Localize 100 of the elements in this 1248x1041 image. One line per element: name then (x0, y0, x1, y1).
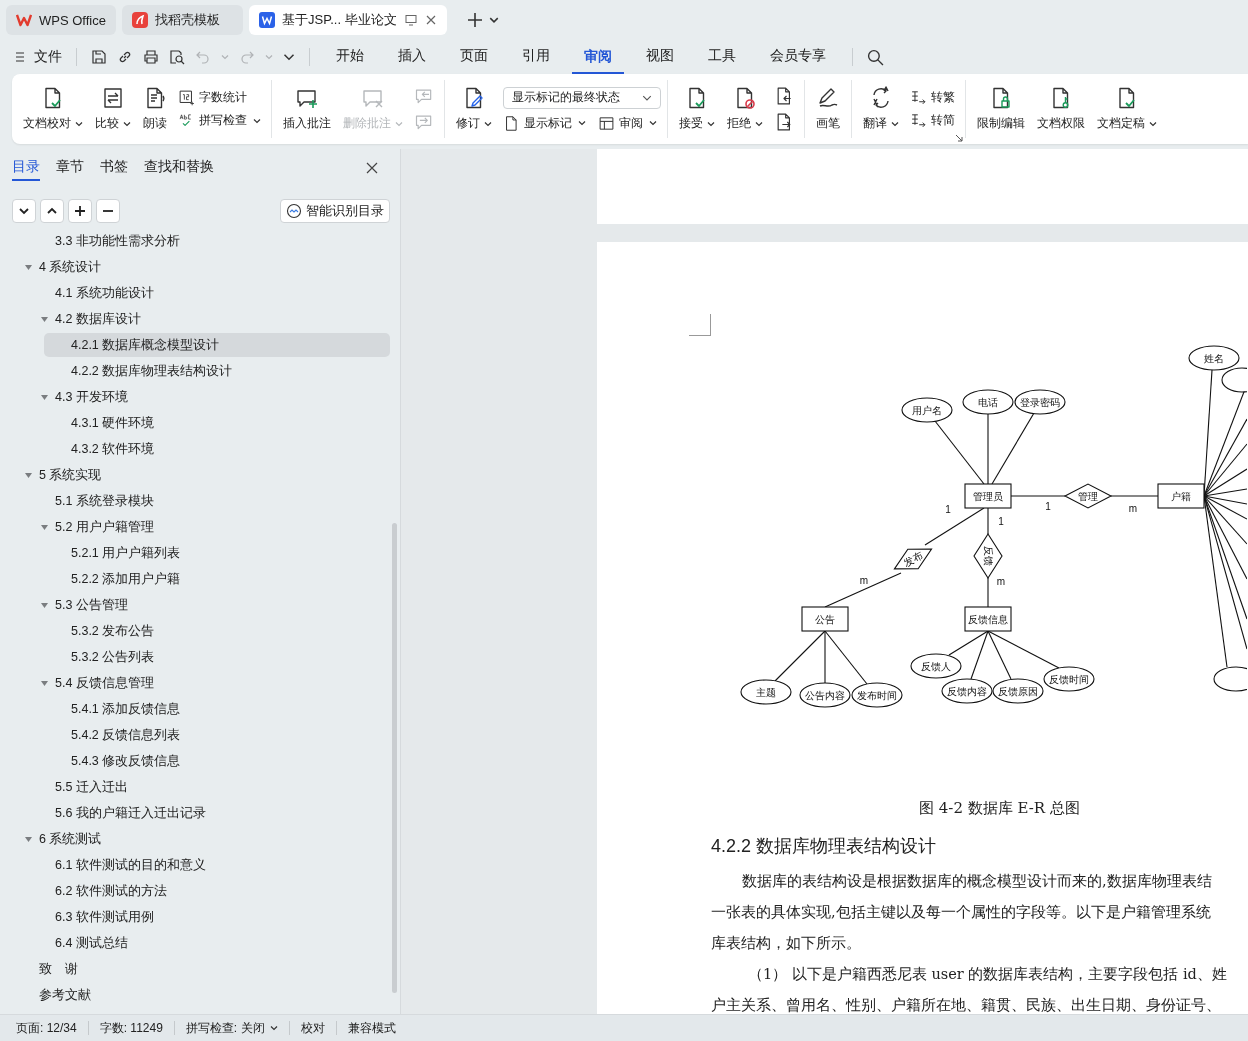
expand-triangle-icon[interactable] (39, 314, 49, 324)
ribbon-small-button[interactable]: 转繁 (906, 89, 959, 106)
expand-triangle-icon[interactable] (39, 600, 49, 610)
outline-item[interactable]: 5.3 公告管理 (28, 593, 390, 617)
expand-triangle-icon[interactable] (39, 678, 49, 688)
new-tab-icon[interactable] (467, 12, 483, 28)
close-icon[interactable] (425, 14, 437, 26)
attribute-ellipse: 反馈原因 (992, 678, 1044, 704)
entity-box: 反馈信息 (964, 606, 1012, 632)
sidebar-tab[interactable]: 目录 (12, 155, 40, 181)
search-icon[interactable] (867, 48, 884, 66)
ribbon-button[interactable]: 拒绝 (722, 86, 768, 132)
expand-button[interactable] (40, 199, 64, 223)
outline-item[interactable]: 6 系统测试 (12, 827, 390, 851)
menu-tab[interactable]: 开始 (324, 40, 376, 74)
ribbon-small-button[interactable]: 显示标记 (499, 114, 590, 132)
ribbon-small-button[interactable]: 字数统计 (174, 89, 265, 106)
expand-triangle-icon[interactable] (23, 470, 33, 480)
outline-item[interactable]: 5.4.3 修改反馈信息 (44, 749, 390, 773)
window-tab[interactable]: 基于JSP... 毕业论文 (249, 5, 447, 35)
outline-item[interactable]: 5.4 反馈信息管理 (28, 671, 390, 695)
promote-button[interactable] (68, 199, 92, 223)
spell-check-status[interactable]: 拼写检查: 关闭 (185, 1019, 278, 1037)
sidebar-tab[interactable]: 书签 (100, 155, 128, 181)
monitor-icon[interactable] (404, 13, 418, 27)
expand-triangle-icon[interactable] (39, 522, 49, 532)
sidebar-tab[interactable]: 查找和替换 (144, 155, 214, 181)
body-text-line: 库表结构，如下所示。 (711, 934, 862, 953)
outline-item[interactable]: 5.6 我的户籍迁入迁出记录 (28, 801, 390, 825)
link-icon[interactable] (117, 49, 133, 65)
logo-w-icon (16, 13, 32, 27)
menu-tab[interactable]: 视图 (634, 40, 686, 74)
dialog-launcher-icon[interactable] (955, 134, 963, 142)
close-icon[interactable] (366, 162, 378, 174)
menu-tab[interactable]: 页面 (448, 40, 500, 74)
expand-triangle-icon[interactable] (23, 834, 33, 844)
cardinality-label: 1 (1045, 501, 1051, 512)
expand-triangle-icon[interactable] (23, 262, 33, 272)
window-tab[interactable]: WPS Office (6, 5, 116, 35)
markup-select[interactable]: 显示标记的最终状态 (503, 86, 661, 109)
scrollbar-thumb[interactable] (392, 523, 397, 993)
outline-item[interactable]: 6.3 软件测试用例 (28, 905, 390, 929)
outline-item[interactable]: 致 谢 (12, 957, 390, 981)
smart-toc-button[interactable]: 智能识别目录 (280, 199, 390, 223)
window-tab[interactable]: 找稻壳模板 (122, 5, 243, 35)
outline-item[interactable]: 4.2.2 数据库物理表结构设计 (44, 359, 390, 383)
ribbon-button[interactable]: 翻译 (858, 86, 904, 132)
outline-item[interactable]: 6.4 测试总结 (28, 931, 390, 955)
print-preview-icon[interactable] (169, 49, 185, 65)
ribbon-small-button[interactable]: 转简 (906, 112, 959, 129)
outline-item[interactable]: 5.2.2 添加用户户籍 (44, 567, 390, 591)
menu-tab[interactable]: 引用 (510, 40, 562, 74)
ribbon-small-button[interactable]: 审阅 (594, 114, 661, 132)
demote-button[interactable] (96, 199, 120, 223)
ribbon-button[interactable]: 修订 (451, 86, 497, 132)
outline-item[interactable]: 4.1 系统功能设计 (28, 281, 390, 305)
attribute-ellipse: 电话 (962, 389, 1014, 415)
ribbon-button[interactable]: 限制编辑 (972, 86, 1030, 132)
sidebar-tab[interactable]: 章节 (56, 155, 84, 181)
outline-item[interactable]: 参考文献 (12, 983, 390, 1007)
outline-item[interactable]: 5 系统实现 (12, 463, 390, 487)
outline-item[interactable]: 3.3 非功能性需求分析 (28, 229, 390, 253)
connector-line (1010, 495, 1066, 497)
outline-item[interactable]: 4.2 数据库设计 (28, 307, 390, 331)
ribbon-button[interactable]: 朗读 (138, 86, 172, 132)
outline-item[interactable]: 6.1 软件测试的目的和意义 (28, 853, 390, 877)
ribbon-button[interactable]: 文档定稿 (1092, 86, 1162, 132)
outline-item[interactable]: 5.1 系统登录模块 (28, 489, 390, 513)
outline-item[interactable]: 6.2 软件测试的方法 (28, 879, 390, 903)
print-icon[interactable] (143, 49, 159, 65)
outline-item[interactable]: 4.3.1 硬件环境 (44, 411, 390, 435)
outline-item[interactable]: 4.3.2 软件环境 (44, 437, 390, 461)
outline-item[interactable]: 5.2 用户户籍管理 (28, 515, 390, 539)
ribbon-button[interactable]: 文档权限 (1032, 86, 1090, 132)
file-menu-button[interactable]: 文件 (14, 48, 62, 66)
menu-tab[interactable]: 工具 (696, 40, 748, 74)
ribbon-button[interactable]: 文档校对 (18, 86, 88, 132)
chevron-down-icon[interactable] (489, 15, 499, 25)
outline-item[interactable]: 5.3.2 公告列表 (44, 645, 390, 669)
ribbon-button[interactable]: 接受 (674, 86, 720, 132)
outline-item[interactable]: 5.3.2 发布公告 (44, 619, 390, 643)
entity-box: 管理员 (964, 483, 1012, 509)
outline-item[interactable]: 5.5 迁入迁出 (28, 775, 390, 799)
expand-triangle-icon[interactable] (39, 392, 49, 402)
save-icon[interactable] (91, 49, 107, 65)
outline-item[interactable]: 4.3 开发环境 (28, 385, 390, 409)
outline-item[interactable]: 5.2.1 用户户籍列表 (44, 541, 390, 565)
collapse-button[interactable] (12, 199, 36, 223)
outline-item[interactable]: 4 系统设计 (12, 255, 390, 279)
ribbon-button[interactable]: 比较 (90, 86, 136, 132)
proofread-button[interactable]: 校对 (300, 1019, 325, 1037)
outline-item[interactable]: 5.4.2 反馈信息列表 (44, 723, 390, 747)
ribbon-button[interactable]: 插入批注 (278, 86, 336, 132)
attribute-ellipse: 反馈时间 (1043, 666, 1095, 692)
menu-tab[interactable]: 插入 (386, 40, 438, 74)
outline-item[interactable]: 5.4.1 添加反馈信息 (44, 697, 390, 721)
ribbon-small-button[interactable]: 拼写检查 (174, 112, 265, 129)
outline-item[interactable]: 4.2.1 数据库概念模型设计 (44, 333, 390, 357)
ribbon-button[interactable]: 画笔 (811, 86, 845, 132)
menu-tab[interactable]: 会员专享 (758, 40, 838, 74)
